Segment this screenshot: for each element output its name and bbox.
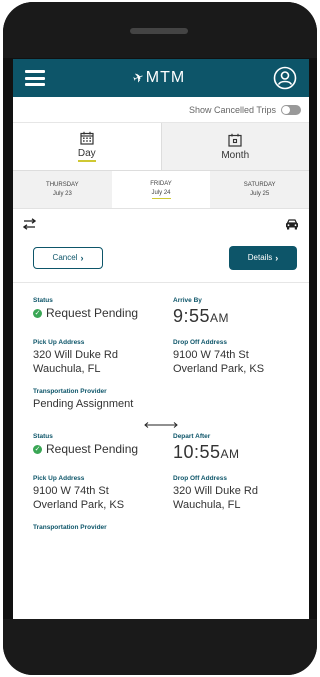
dropoff-line2: Wauchula, FL	[173, 499, 241, 511]
pickup-line2: Wauchula, FL	[33, 363, 101, 375]
trip-action-row: Cancel › Details ›	[13, 239, 309, 283]
date-day-label: THURSDAY	[46, 181, 79, 188]
app-screen: ✈ MTM Show Cancelled Trips Day Month THU…	[13, 59, 309, 633]
chevron-right-icon: ›	[275, 252, 279, 263]
phone-top-bezel	[3, 2, 317, 58]
show-cancelled-toggle[interactable]	[281, 104, 301, 115]
date-day-label: SATURDAY	[243, 181, 276, 188]
hamburger-menu-icon[interactable]	[25, 70, 45, 86]
time-block: Depart After 10:55AM	[173, 433, 309, 463]
trip-icons-row	[13, 209, 309, 239]
calendar-day-icon	[80, 131, 94, 145]
phone-speaker	[130, 28, 188, 34]
check-circle-icon: ✓	[33, 308, 42, 318]
time-value: 10:55AM	[173, 442, 309, 463]
profile-icon[interactable]	[273, 66, 297, 90]
check-circle-icon: ✓	[33, 444, 42, 454]
show-cancelled-row: Show Cancelled Trips	[13, 97, 309, 123]
dropoff-line1: 9100 W 74th St	[173, 349, 249, 361]
date-thursday[interactable]: THURSDAY July 23	[13, 171, 112, 208]
status-text: Request Pending	[46, 442, 139, 456]
date-strip: THURSDAY July 23 FRIDAY July 24 SATURDAY…	[13, 171, 309, 209]
status-value: ✓ Request Pending	[33, 442, 173, 456]
date-value: July 23	[52, 190, 72, 197]
provider-label: Transportation Provider	[33, 524, 107, 531]
phone-frame: ✈ MTM Show Cancelled Trips Day Month THU…	[3, 2, 317, 675]
dropoff-line2: Overland Park, KS	[173, 363, 265, 375]
pickup-label: Pick Up Address	[33, 475, 85, 482]
trip-card: Status ✓ Request Pending Arrive By 9:55A…	[13, 283, 309, 411]
date-friday[interactable]: FRIDAY July 24	[111, 171, 211, 208]
swap-arrows-icon[interactable]	[23, 218, 36, 230]
status-label: Status	[33, 433, 53, 440]
status-label: Status	[33, 297, 53, 304]
double-arrow-icon	[144, 422, 178, 428]
time-label: Depart After	[173, 433, 211, 440]
time-ampm: AM	[210, 311, 230, 325]
time-block: Arrive By 9:55AM	[173, 297, 309, 327]
logo-text: MTM	[145, 69, 186, 86]
show-cancelled-label: Show Cancelled Trips	[188, 104, 276, 115]
date-value: July 25	[250, 190, 270, 197]
status-block: Status ✓ Request Pending	[33, 433, 173, 463]
trip-card: Status ✓ Request Pending Depart After 10…	[13, 433, 309, 533]
status-block: Status ✓ Request Pending	[33, 297, 173, 327]
time-digits: 9:55	[173, 306, 211, 326]
date-saturday[interactable]: SATURDAY July 25	[210, 171, 309, 208]
toggle-knob	[282, 105, 290, 114]
pickup-line2: Overland Park, KS	[33, 499, 125, 511]
provider-block: Transportation Provider	[33, 524, 309, 533]
dropoff-block: Drop Off Address 9100 W 74th St Overland…	[173, 339, 309, 376]
car-icon	[286, 218, 298, 229]
date-value: July 24	[151, 189, 171, 199]
app-header: ✈ MTM	[13, 59, 309, 97]
cancel-button[interactable]: Cancel ›	[33, 246, 103, 269]
provider-block: Transportation Provider Pending Assignme…	[33, 388, 309, 411]
view-tabs: Day Month	[13, 123, 309, 171]
mtm-logo: ✈ MTM	[130, 68, 186, 87]
pickup-block: Pick Up Address 320 Will Duke Rd Wauchul…	[33, 339, 173, 376]
pickup-line1: 320 Will Duke Rd	[33, 349, 118, 361]
pickup-line1: 9100 W 74th St	[33, 485, 109, 497]
date-day-label: FRIDAY	[150, 181, 172, 187]
trip-divider	[13, 421, 309, 429]
provider-value: Pending Assignment	[33, 398, 134, 410]
chevron-right-icon: ›	[80, 252, 84, 263]
details-button[interactable]: Details ›	[229, 245, 297, 270]
dropoff-label: Drop Off Address	[173, 339, 227, 346]
dropoff-label: Drop Off Address	[173, 475, 227, 482]
tab-day-label: Day	[77, 148, 96, 162]
calendar-month-icon	[228, 133, 242, 147]
cancel-button-label: Cancel	[52, 253, 78, 262]
tab-month-label: Month	[221, 149, 250, 161]
tab-month[interactable]: Month	[160, 123, 309, 170]
time-label: Arrive By	[173, 297, 202, 304]
time-digits: 10:55	[173, 442, 221, 462]
dropoff-block: Drop Off Address 320 Will Duke Rd Wauchu…	[173, 475, 309, 512]
provider-label: Transportation Provider	[33, 388, 107, 395]
pickup-block: Pick Up Address 9100 W 74th St Overland …	[33, 475, 173, 512]
time-value: 9:55AM	[173, 306, 309, 327]
status-value: ✓ Request Pending	[33, 306, 173, 320]
dropoff-line1: 320 Will Duke Rd	[173, 485, 258, 497]
tab-day[interactable]: Day	[13, 123, 161, 170]
pickup-label: Pick Up Address	[33, 339, 85, 346]
time-ampm: AM	[220, 447, 240, 461]
details-button-label: Details	[247, 253, 273, 262]
status-text: Request Pending	[46, 306, 139, 320]
logo-mark-icon: ✈	[130, 68, 147, 87]
phone-bottom-bezel	[3, 619, 317, 675]
